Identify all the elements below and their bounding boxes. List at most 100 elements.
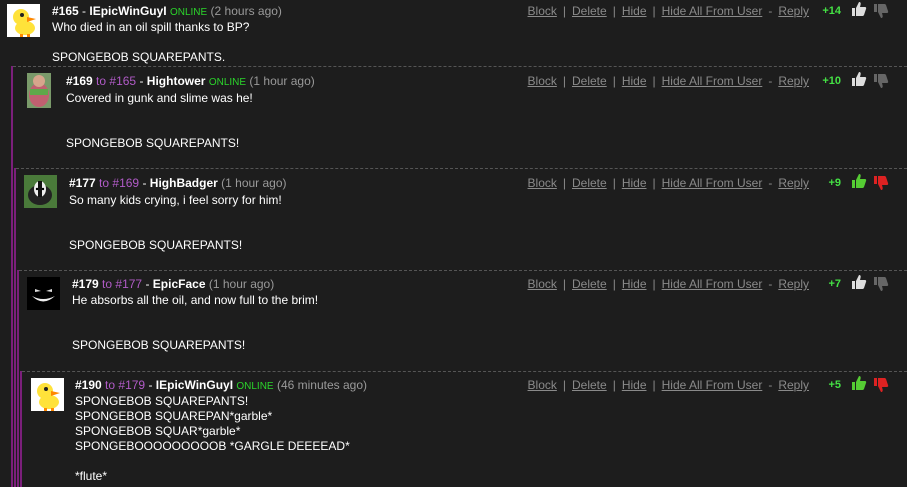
hide-all-link[interactable]: Hide All From User — [662, 277, 763, 291]
reply-link[interactable]: Reply — [778, 277, 809, 291]
delete-link[interactable]: Delete — [572, 4, 607, 18]
comment-text: Covered in gunk and slime was he! SPONGE… — [66, 91, 253, 150]
hide-all-link[interactable]: Hide All From User — [662, 378, 763, 392]
username[interactable]: Hightower — [147, 74, 206, 88]
hide-all-link[interactable]: Hide All From User — [662, 74, 763, 88]
hide-link[interactable]: Hide — [622, 277, 647, 291]
comment-header: #165 - IEpicWinGuyI ONLINE (2 hours ago) — [52, 4, 282, 18]
reply-link[interactable]: Reply — [778, 378, 809, 392]
timestamp: (1 hour ago) — [221, 176, 287, 190]
thumbs-down-icon[interactable] — [873, 3, 889, 19]
block-link[interactable]: Block — [528, 176, 557, 190]
thumbs-up-icon[interactable] — [851, 375, 867, 391]
timestamp: (46 minutes ago) — [276, 378, 367, 392]
hide-link[interactable]: Hide — [622, 74, 647, 88]
separator: - — [139, 74, 147, 88]
comment-header: #169 to #165 - Hightower ONLINE (1 hour … — [66, 74, 315, 88]
comment-header: #177 to #169 - HighBadger (1 hour ago) — [69, 176, 287, 190]
reply-to-link[interactable]: #165 — [109, 74, 136, 88]
block-link[interactable]: Block — [528, 4, 557, 18]
online-status: ONLINE — [236, 381, 274, 392]
avatar[interactable] — [7, 4, 40, 37]
comment-number[interactable]: #165 — [52, 4, 79, 18]
avatar[interactable] — [24, 175, 57, 208]
comment-actions: Block | Delete | Hide | Hide All From User - Rep… — [527, 277, 809, 291]
thumbs-up-icon[interactable] — [851, 274, 867, 290]
reply-link[interactable]: Reply — [778, 4, 809, 18]
comment-text: So many kids crying, i feel sorry for hi… — [69, 193, 282, 252]
hide-link[interactable]: Hide — [622, 4, 647, 18]
comment-text: Who died in an oil spill thanks to BP? S… — [52, 20, 250, 64]
photo-avatar — [27, 73, 51, 108]
online-status: ONLINE — [208, 77, 247, 88]
comment-header: #179 to #177 - EpicFace (1 hour ago) — [72, 277, 274, 291]
separator: - — [142, 176, 150, 190]
reply-link[interactable]: Reply — [778, 176, 809, 190]
block-link[interactable]: Block — [528, 74, 557, 88]
separator: - — [145, 277, 153, 291]
comment-text: He absorbs all the oil, and now full to … — [72, 293, 319, 352]
avatar[interactable] — [31, 378, 64, 411]
username[interactable]: IEpicWinGuyI — [89, 4, 166, 18]
comment-number[interactable]: #177 — [69, 176, 96, 190]
reply-to-label: to — [99, 176, 110, 190]
username[interactable]: EpicFace — [153, 277, 206, 291]
delete-link[interactable]: Delete — [572, 277, 607, 291]
reply-link[interactable]: Reply — [778, 74, 809, 88]
score: +5 — [828, 379, 841, 391]
thumbs-up-icon[interactable] — [851, 1, 867, 17]
comment-header: #190 to #179 - IEpicWinGuyI ONLINE (46 m… — [75, 378, 367, 392]
comment: #177 to #169 - HighBadger (1 hour ago) S… — [0, 168, 907, 270]
reply-to-link[interactable]: #169 — [112, 176, 139, 190]
online-status: ONLINE — [169, 7, 208, 18]
block-link[interactable]: Block — [528, 378, 557, 392]
reply-to-link[interactable]: #177 — [115, 277, 142, 291]
timestamp: (1 hour ago) — [249, 74, 315, 88]
thumbs-down-icon[interactable] — [873, 73, 889, 89]
block-link[interactable]: Block — [528, 277, 557, 291]
comment-actions: Block | Delete | Hide | Hide All From User - Rep… — [527, 176, 809, 190]
thumbs-down-icon[interactable] — [873, 175, 889, 191]
delete-link[interactable]: Delete — [572, 74, 607, 88]
comment: #165 - IEpicWinGuyI ONLINE (2 hours ago)… — [0, 0, 907, 66]
badger-avatar — [24, 175, 57, 208]
comment-actions: Block | Delete | Hide | Hide All From User - Rep… — [527, 378, 809, 392]
thumbs-up-icon[interactable] — [851, 173, 867, 189]
score: +7 — [828, 278, 841, 290]
avatar[interactable] — [27, 277, 60, 310]
reply-to-link[interactable]: #179 — [118, 378, 145, 392]
comment: #179 to #177 - EpicFace (1 hour ago) He … — [0, 270, 907, 371]
avatar[interactable] — [27, 73, 51, 108]
reply-to-label: to — [102, 277, 113, 291]
thumbs-up-icon[interactable] — [851, 71, 867, 87]
hide-link[interactable]: Hide — [622, 378, 647, 392]
username[interactable]: HighBadger — [150, 176, 218, 190]
comment-number[interactable]: #190 — [75, 378, 102, 392]
comment-number[interactable]: #169 — [66, 74, 93, 88]
score: +9 — [828, 177, 841, 189]
separator: - — [148, 378, 156, 392]
hide-all-link[interactable]: Hide All From User — [662, 4, 763, 18]
comment: #190 to #179 - IEpicWinGuyI ONLINE (46 m… — [0, 371, 907, 487]
hide-all-link[interactable]: Hide All From User — [662, 176, 763, 190]
timestamp: (1 hour ago) — [208, 277, 275, 291]
thumbs-down-icon[interactable] — [873, 276, 889, 292]
comment-number[interactable]: #179 — [72, 277, 99, 291]
score: +10 — [822, 75, 841, 87]
yellow-duck-icon — [31, 378, 64, 411]
score: +14 — [822, 5, 841, 17]
comment: #169 to #165 - Hightower ONLINE (1 hour … — [0, 66, 907, 168]
comment-text: SPONGEBOB SQUAREPANTS! SPONGEBOB SQUAREP… — [75, 394, 350, 483]
reply-to-label: to — [96, 74, 107, 88]
username[interactable]: IEpicWinGuyI — [156, 378, 233, 392]
grin-face-avatar — [27, 277, 60, 310]
delete-link[interactable]: Delete — [572, 176, 607, 190]
hide-link[interactable]: Hide — [622, 176, 647, 190]
reply-to-label: to — [105, 378, 116, 392]
yellow-duck-icon — [7, 4, 40, 37]
comment-actions: Block | Delete | Hide | Hide All From User - Rep… — [527, 74, 809, 88]
delete-link[interactable]: Delete — [572, 378, 607, 392]
timestamp: (2 hours ago) — [210, 4, 282, 18]
comment-actions: Block | Delete | Hide | Hide All From User - Rep… — [527, 4, 809, 18]
thumbs-down-icon[interactable] — [873, 377, 889, 393]
